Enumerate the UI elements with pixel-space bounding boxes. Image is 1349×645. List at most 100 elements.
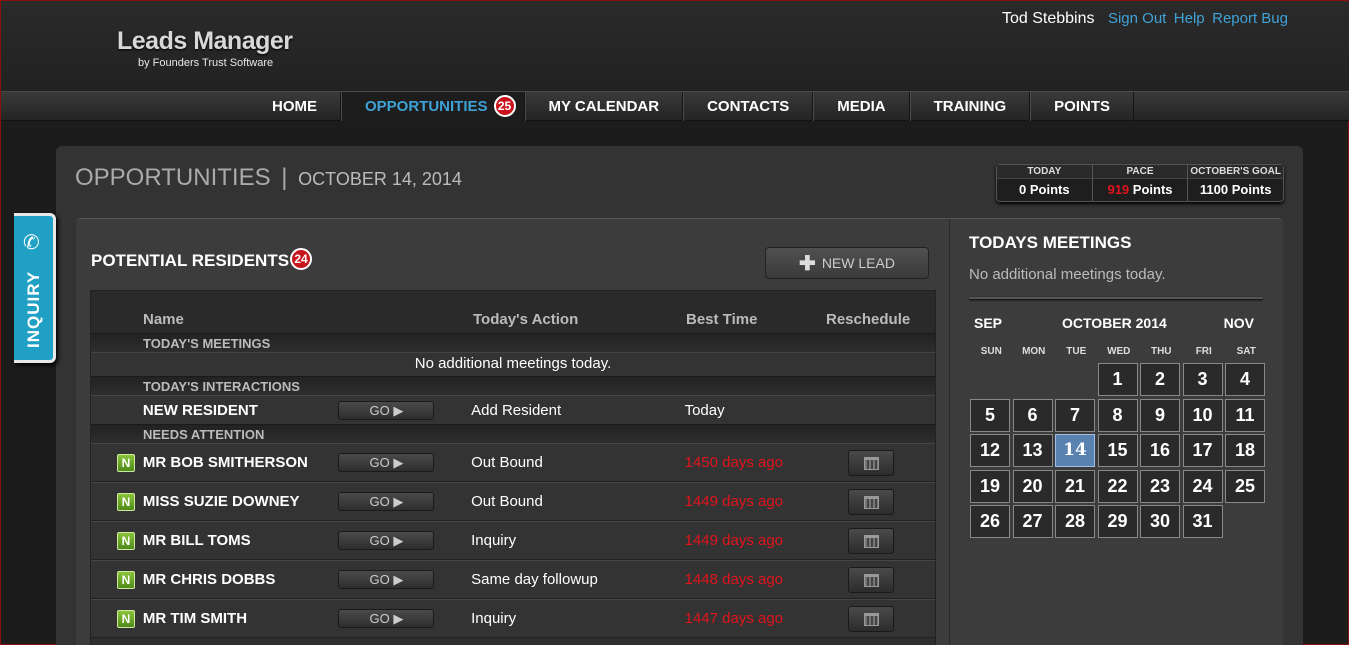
weekday-label: THU bbox=[1150, 346, 1172, 357]
page-title: OPPORTUNITIES | OCTOBER 14, 2014 bbox=[75, 164, 462, 192]
weekday-label: SUN bbox=[980, 346, 1002, 357]
calendar-day[interactable]: 13 bbox=[1012, 434, 1053, 467]
potential-residents-title: POTENTIAL RESIDENTS 24 bbox=[91, 248, 313, 273]
todays-meetings-panel: TODAYS MEETINGS No additional meetings t… bbox=[949, 219, 1283, 645]
calendar-blank-cell bbox=[1013, 363, 1053, 396]
calendar-day[interactable]: 4 bbox=[1225, 363, 1265, 396]
calendar-icon bbox=[864, 573, 880, 587]
row-name[interactable]: MISS SUZIE DOWNEY bbox=[143, 493, 339, 510]
go-button[interactable]: GO ▶ bbox=[338, 400, 435, 420]
nav-training[interactable]: TRAINING bbox=[909, 92, 1031, 121]
row-best-time: 1447 days ago bbox=[684, 610, 784, 627]
nav-home[interactable]: HOME bbox=[249, 92, 341, 121]
reschedule-button[interactable] bbox=[848, 605, 895, 632]
row-best-time: 1449 days ago bbox=[684, 493, 784, 510]
calendar-day[interactable]: 28 bbox=[1055, 505, 1095, 538]
col-best-time: Best Time bbox=[686, 311, 758, 328]
nav-contacts[interactable]: CONTACTS bbox=[683, 92, 814, 121]
calendar-day[interactable]: 22 bbox=[1097, 469, 1138, 503]
stat-goal: OCTOBER'S GOAL 1100 Points bbox=[1188, 165, 1284, 201]
calendar-day[interactable]: 5 bbox=[970, 398, 1010, 432]
new-flag-badge: N bbox=[117, 492, 135, 511]
nav-opportunities[interactable]: OPPORTUNITIES 25 bbox=[341, 92, 525, 121]
calendar-prev-month[interactable]: SEP bbox=[974, 315, 1002, 331]
reschedule-button[interactable] bbox=[848, 527, 895, 554]
go-button[interactable]: GO ▶ bbox=[338, 492, 435, 511]
calendar-day[interactable]: 15 bbox=[1097, 434, 1138, 467]
stat-today-value: 0 bbox=[1019, 182, 1027, 197]
reschedule-button[interactable] bbox=[848, 488, 895, 515]
calendar-day[interactable]: 24 bbox=[1182, 469, 1223, 503]
calendar-month: OCTOBER 2014 bbox=[1062, 315, 1167, 331]
go-button[interactable]: GO ▶ bbox=[338, 453, 435, 472]
nav-my-calendar[interactable]: MY CALENDAR bbox=[524, 92, 684, 121]
row-name[interactable]: MR BILL TOMS bbox=[143, 532, 339, 549]
table-row: N MR BOB SMITHERSON GO ▶ Out Bound 1450 … bbox=[91, 443, 935, 482]
help-link[interactable]: Help bbox=[1174, 10, 1205, 27]
report-bug-link[interactable]: Report Bug bbox=[1212, 10, 1288, 27]
reschedule-button[interactable] bbox=[848, 566, 895, 593]
stat-goal-value: 1100 bbox=[1199, 182, 1229, 197]
main-panel: OPPORTUNITIES | OCTOBER 14, 2014 TODAY 0… bbox=[56, 146, 1303, 645]
calendar-day[interactable]: 16 bbox=[1140, 434, 1180, 467]
new-lead-button[interactable]: ✚ NEW LEAD bbox=[765, 247, 929, 279]
calendar-day-today[interactable]: 14 bbox=[1055, 434, 1095, 467]
calendar-day[interactable]: 6 bbox=[1012, 398, 1053, 432]
calendar-day[interactable]: 30 bbox=[1140, 505, 1180, 538]
stat-today-unit: Points bbox=[1029, 182, 1070, 197]
section-todays-interactions: TODAY'S INTERACTIONS bbox=[91, 376, 935, 395]
calendar-day[interactable]: 19 bbox=[970, 469, 1010, 503]
calendar-day[interactable]: 23 bbox=[1140, 469, 1180, 503]
calendar-icon bbox=[864, 612, 880, 626]
calendar-day[interactable]: 12 bbox=[970, 434, 1010, 467]
calendar-day[interactable]: 7 bbox=[1055, 398, 1095, 432]
nav-media[interactable]: MEDIA bbox=[813, 92, 910, 121]
calendar-day[interactable]: 2 bbox=[1140, 363, 1180, 396]
inquiry-tab[interactable]: ✆ INQUIRY bbox=[14, 213, 56, 363]
app-logo[interactable]: Leads Manager by Founders Trust Software bbox=[117, 27, 293, 69]
calendar-day[interactable]: 29 bbox=[1097, 505, 1138, 538]
row-name[interactable]: MR TIM SMITH bbox=[143, 610, 339, 627]
calendar-day[interactable]: 9 bbox=[1140, 398, 1180, 432]
calendar-day[interactable]: 27 bbox=[1012, 505, 1053, 538]
calendar-day[interactable]: 18 bbox=[1225, 434, 1265, 467]
go-button[interactable]: GO ▶ bbox=[338, 570, 435, 589]
row-action: Inquiry bbox=[471, 610, 517, 627]
calendar-day[interactable]: 25 bbox=[1225, 469, 1265, 503]
go-button[interactable]: GO ▶ bbox=[338, 531, 435, 550]
calendar-icon bbox=[864, 534, 880, 548]
meetings-empty-message: No additional meetings today. bbox=[91, 352, 935, 376]
sign-out-link[interactable]: Sign Out bbox=[1108, 10, 1166, 27]
calendar-day[interactable]: 21 bbox=[1055, 469, 1095, 503]
go-button[interactable]: GO ▶ bbox=[338, 609, 435, 628]
section-todays-meetings: TODAY'S MEETINGS bbox=[91, 333, 935, 352]
row-action: Inquiry bbox=[471, 532, 517, 549]
nav-points[interactable]: POINTS bbox=[1030, 92, 1134, 121]
potential-residents-label: POTENTIAL RESIDENTS bbox=[91, 251, 290, 270]
calendar-day[interactable]: 26 bbox=[970, 505, 1010, 538]
calendar-day[interactable]: 17 bbox=[1182, 434, 1223, 467]
calendar-day[interactable]: 31 bbox=[1182, 505, 1223, 538]
calendar-day[interactable]: 11 bbox=[1225, 398, 1265, 432]
calendar-next-month[interactable]: NOV bbox=[1224, 315, 1254, 331]
stat-today: TODAY 0 Points bbox=[997, 165, 1093, 201]
calendar-day[interactable]: 8 bbox=[1097, 398, 1138, 432]
new-flag-badge: N bbox=[117, 453, 135, 472]
table-row: N MISS SUZIE DOWNEY GO ▶ Out Bound 1449 … bbox=[91, 482, 935, 521]
new-flag-badge: N bbox=[117, 531, 135, 550]
row-name[interactable]: MR BOB SMITHERSON bbox=[143, 454, 339, 471]
inquiry-label: INQUIRY bbox=[24, 270, 43, 348]
row-name[interactable]: MR CHRIS DOBBS bbox=[143, 571, 339, 588]
stat-pace: PACE 919 Points bbox=[1092, 165, 1189, 201]
section-needs-attention: NEEDS ATTENTION bbox=[91, 424, 935, 443]
row-action: Out Bound bbox=[471, 493, 543, 510]
reschedule-button[interactable] bbox=[848, 449, 895, 476]
col-name: Name bbox=[143, 311, 184, 328]
calendar-grid: 1 2 3 4 5 6 7 8 9 10 11 12 13 14 15 16 17 18 19 20 21 22 23 24 2… bbox=[970, 363, 1268, 541]
stat-goal-unit: Points bbox=[1231, 182, 1272, 197]
calendar-day[interactable]: 3 bbox=[1182, 363, 1223, 396]
calendar-day[interactable]: 10 bbox=[1182, 398, 1223, 432]
calendar-day[interactable]: 20 bbox=[1012, 469, 1053, 503]
app-header: Leads Manager by Founders Trust Software… bbox=[1, 1, 1349, 91]
calendar-day[interactable]: 1 bbox=[1097, 363, 1138, 396]
